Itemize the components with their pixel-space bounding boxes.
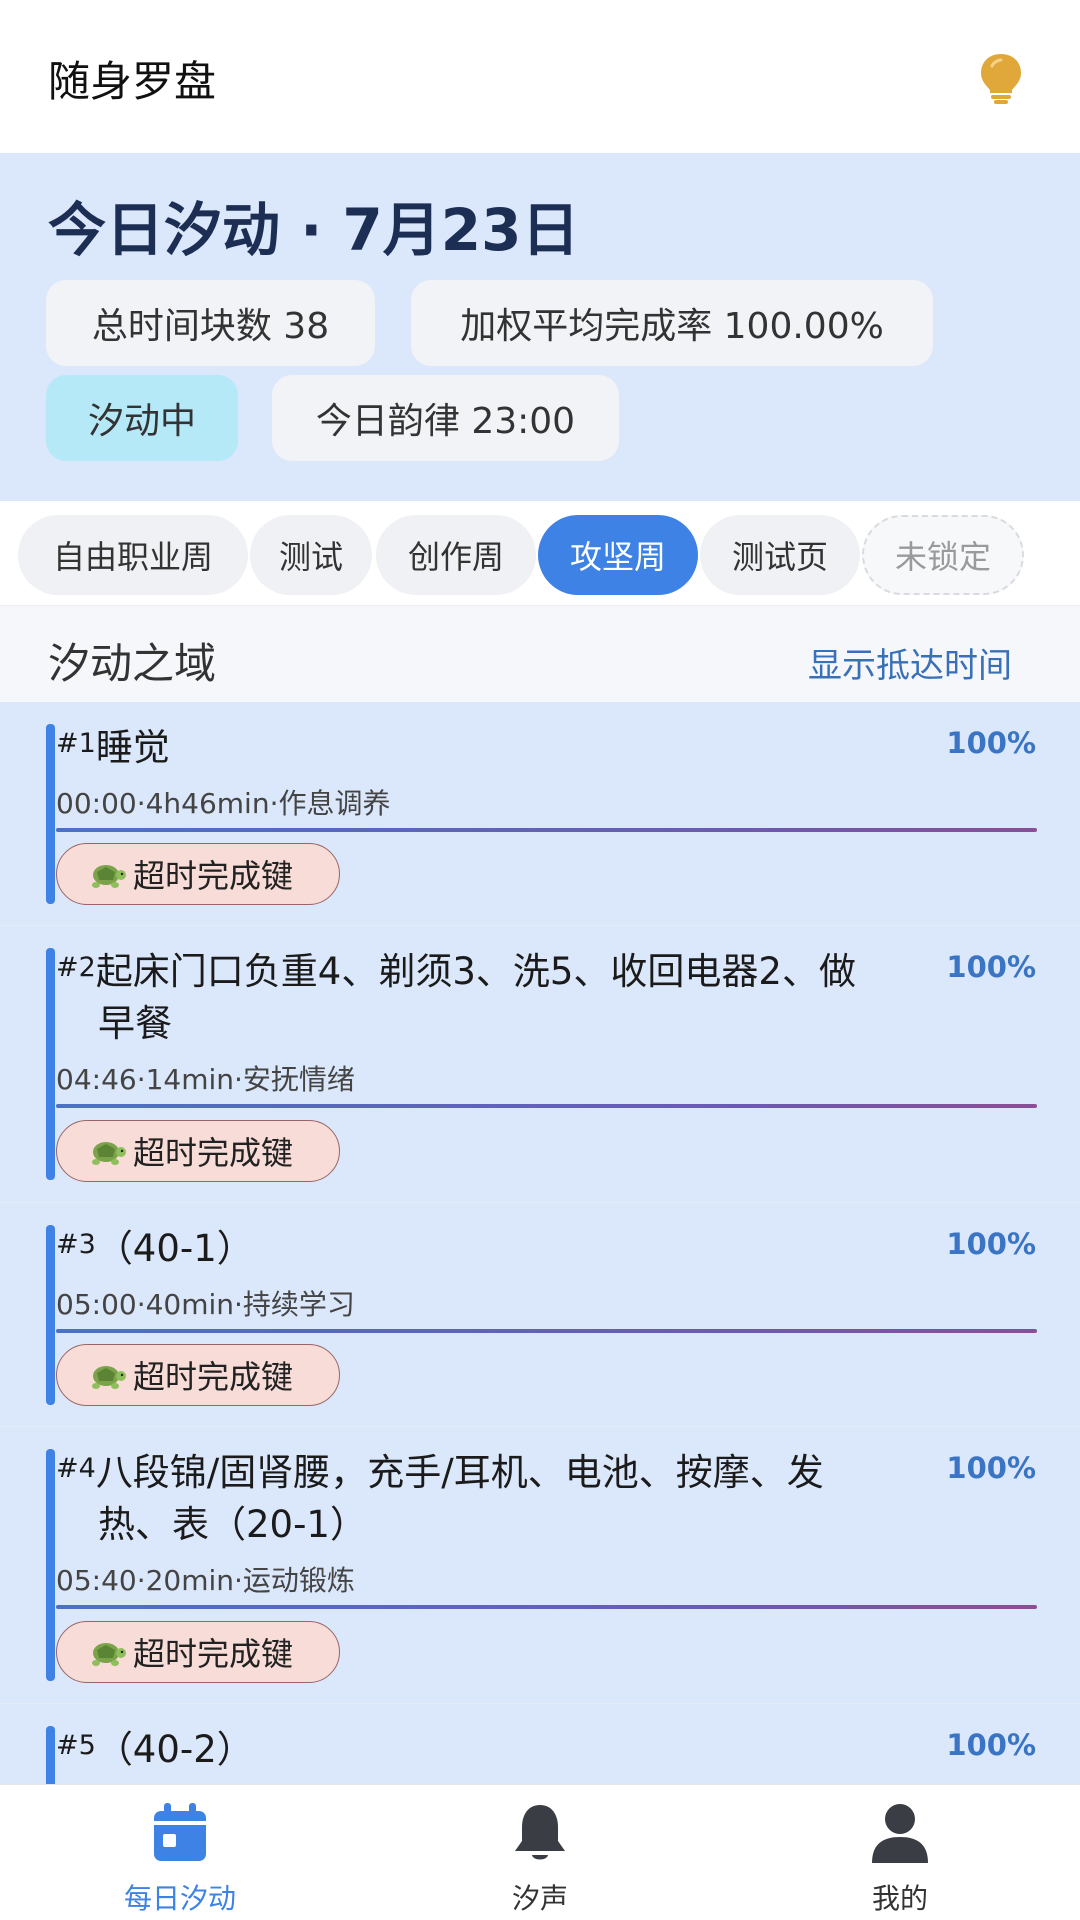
- task-meta: 04:46·14min·安抚情绪: [56, 1063, 355, 1096]
- nav-daily[interactable]: 每日汐动: [0, 1785, 360, 1920]
- task-title-text: 起床门口负重4、剃须3、洗5、收回电器2、做: [95, 950, 856, 993]
- task-meta: 05:40·20min·运动锻炼: [56, 1564, 355, 1597]
- turtle-icon: [92, 1366, 126, 1389]
- task-accent-bar: [46, 1726, 55, 1784]
- nav-label: 汐声: [511, 1882, 568, 1915]
- summary-title: 今日汐动 · 7月23日: [48, 196, 580, 264]
- overtime-complete-label: 超时完成键: [133, 1635, 294, 1673]
- tab-unlocked[interactable]: 未锁定: [862, 515, 1024, 595]
- task-percent: 100%: [946, 950, 1036, 984]
- list-item[interactable]: #5（40-2） 100%: [0, 1704, 1080, 1784]
- task-progress-line: [56, 1605, 1037, 1609]
- nav-sound[interactable]: 汐声: [360, 1785, 720, 1920]
- total-blocks-chip: 总时间块数 38: [46, 280, 375, 366]
- task-percent: 100%: [946, 1227, 1036, 1261]
- list-item[interactable]: #1睡觉 100% 00:00·4h46min·作息调养 超时完成键: [0, 702, 1080, 926]
- nav-label: 我的: [871, 1882, 928, 1915]
- task-title: #2起床门口负重4、剃须3、洗5、收回电器2、做: [56, 946, 956, 998]
- app-header: 随身罗盘: [0, 0, 1080, 153]
- turtle-icon: [92, 1142, 126, 1165]
- task-accent-bar: [46, 1225, 55, 1405]
- overtime-complete-button[interactable]: 超时完成键: [56, 1120, 340, 1182]
- task-accent-bar: [46, 948, 55, 1180]
- task-progress-line: [56, 1329, 1037, 1333]
- task-index: #2: [56, 952, 96, 983]
- overtime-complete-button[interactable]: 超时完成键: [56, 843, 340, 905]
- week-tabs: 自由职业周 测试 创作周 攻坚周 测试页 未锁定: [0, 501, 1080, 605]
- task-percent: 100%: [946, 1728, 1036, 1762]
- app-title: 随身罗盘: [48, 57, 217, 106]
- task-title: #1睡觉: [56, 722, 956, 774]
- task-meta: 05:00·40min·持续学习: [56, 1288, 355, 1321]
- task-index: #4: [56, 1453, 96, 1484]
- task-index: #1: [56, 728, 96, 759]
- weighted-rate-chip: 加权平均完成率 100.00%: [411, 280, 933, 366]
- overtime-complete-label: 超时完成键: [133, 1134, 294, 1172]
- nav-me[interactable]: 我的: [720, 1785, 1080, 1920]
- list-item[interactable]: #2起床门口负重4、剃须3、洗5、收回电器2、做 早餐 100% 04:46·1…: [0, 926, 1080, 1203]
- tab-test-page[interactable]: 测试页: [700, 515, 860, 595]
- task-progress-line: [56, 828, 1037, 832]
- task-title-text: 睡觉: [95, 726, 170, 769]
- bell-icon: [515, 1805, 565, 1860]
- task-title: #4八段锦/固肾腰，充手/耳机、电池、按摩、发: [56, 1447, 956, 1499]
- task-percent: 100%: [946, 726, 1036, 760]
- task-progress-line: [56, 1104, 1037, 1108]
- overtime-complete-button[interactable]: 超时完成键: [56, 1621, 340, 1683]
- overtime-complete-label: 超时完成键: [133, 857, 294, 895]
- section-title: 汐动之域: [48, 639, 217, 688]
- task-title-text: （40-1）: [95, 1227, 254, 1270]
- status-badge: 汐动中: [46, 375, 238, 461]
- bottom-nav: 每日汐动 汐声 我的: [0, 1784, 1080, 1920]
- task-title-text: 八段锦/固肾腰，充手/耳机、电池、按摩、发: [95, 1451, 824, 1494]
- task-title: #5（40-2）: [56, 1724, 956, 1776]
- task-title: #3（40-1）: [56, 1223, 956, 1275]
- section-header: 汐动之域 显示抵达时间: [0, 605, 1080, 702]
- show-arrival-time-link[interactable]: 显示抵达时间: [808, 638, 1012, 687]
- task-title-text: （40-2）: [95, 1728, 254, 1771]
- task-title-continued: 热、表（20-1）: [98, 1503, 367, 1546]
- nav-label: 每日汐动: [123, 1882, 236, 1915]
- task-accent-bar: [46, 1449, 55, 1681]
- lightbulb-icon[interactable]: [978, 52, 1024, 104]
- task-meta: 00:00·4h46min·作息调养: [56, 787, 391, 820]
- tab-creation-week[interactable]: 创作周: [376, 515, 536, 595]
- rhythm-chip: 今日韵律 23:00: [272, 375, 619, 461]
- task-accent-bar: [46, 724, 55, 904]
- turtle-icon: [92, 865, 126, 888]
- overtime-complete-button[interactable]: 超时完成键: [56, 1344, 340, 1406]
- tab-test[interactable]: 测试: [250, 515, 372, 595]
- user-icon: [872, 1804, 928, 1863]
- tab-freelance-week[interactable]: 自由职业周: [18, 515, 248, 595]
- task-percent: 100%: [946, 1451, 1036, 1485]
- task-index: #5: [56, 1730, 96, 1761]
- turtle-icon: [92, 1643, 126, 1666]
- overtime-complete-label: 超时完成键: [133, 1358, 294, 1396]
- today-summary: 今日汐动 · 7月23日 总时间块数 38 加权平均完成率 100.00% 汐动…: [0, 153, 1080, 501]
- task-title-continued: 早餐: [98, 1002, 172, 1045]
- list-item[interactable]: #3（40-1） 100% 05:00·40min·持续学习 超时完成键: [0, 1203, 1080, 1427]
- calendar-icon: [154, 1803, 206, 1861]
- list-item[interactable]: #4八段锦/固肾腰，充手/耳机、电池、按摩、发 热、表（20-1） 100% 0…: [0, 1427, 1080, 1704]
- task-index: #3: [56, 1229, 96, 1260]
- tab-tough-week[interactable]: 攻坚周: [538, 515, 698, 595]
- task-list: #1睡觉 100% 00:00·4h46min·作息调养 超时完成键 #2起床门…: [0, 702, 1080, 1784]
